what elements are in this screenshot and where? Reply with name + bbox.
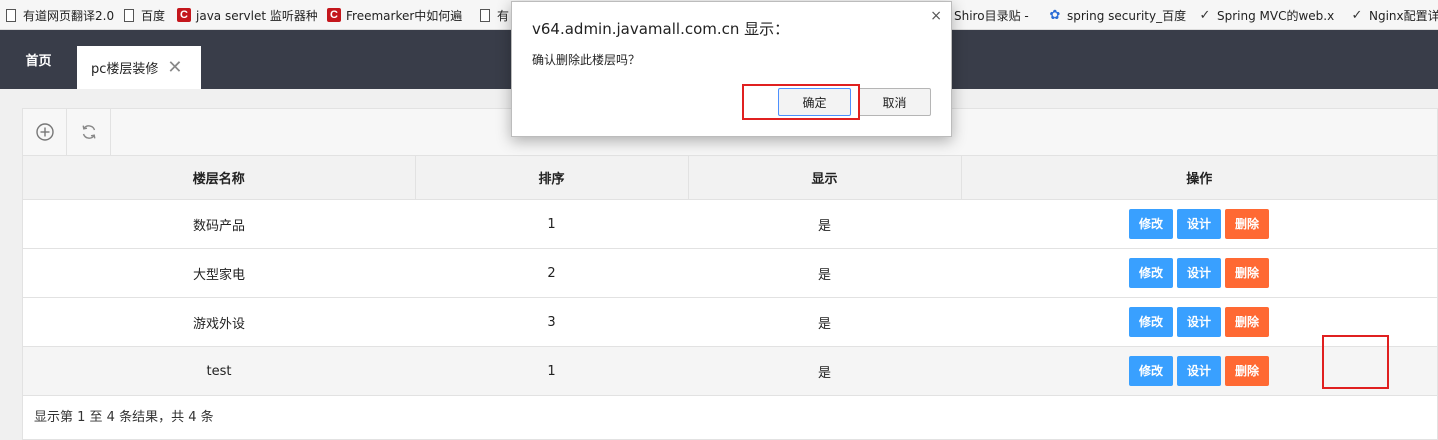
cell-sort: 1	[415, 346, 688, 396]
bookmark-label: Freemarker中如何遍	[346, 8, 463, 23]
plus-circle-icon	[35, 123, 54, 141]
cell-floor-name: 数码产品	[23, 199, 415, 249]
page-icon	[122, 8, 136, 22]
bookmark-shiro[interactable]: Shiro目录贴 -	[954, 0, 1042, 30]
c-icon: C	[327, 8, 341, 22]
bookmark-label: spring security_百度	[1067, 8, 1186, 23]
delete-button[interactable]: 删除	[1225, 209, 1269, 239]
cell-show: 是	[688, 248, 961, 298]
bookmark-truncated[interactable]: 有	[478, 0, 510, 30]
cell-show: 是	[688, 199, 961, 249]
bookmark-label: 有道网页翻译2.0	[23, 8, 114, 23]
bookmark-java-servlet[interactable]: C java servlet 监听器种	[177, 0, 317, 30]
delete-button[interactable]: 删除	[1225, 356, 1269, 386]
tab-label: pc楼层装修	[91, 62, 159, 77]
bookmark-label: Spring MVC的web.x	[1217, 8, 1335, 23]
tab-home[interactable]: 首页	[0, 30, 77, 89]
bookmark-label: Shiro目录贴 -	[954, 8, 1029, 23]
refresh-icon	[82, 125, 95, 139]
bookmark-spring-security[interactable]: ✿ spring security_百度	[1048, 0, 1186, 30]
design-button[interactable]: 设计	[1177, 258, 1221, 288]
confirm-dialog: v64.admin.javamall.com.cn 显示： × 确认删除此楼层吗…	[511, 1, 952, 137]
table-row: test 1 是 修改 设计 删除	[23, 346, 1437, 396]
floor-table: 楼层名称 排序 显示 操作 数码产品 1 是 修改 设计 删除 大型家电 2 是	[23, 156, 1437, 396]
dialog-title: v64.admin.javamall.com.cn 显示：	[532, 20, 790, 38]
edit-button[interactable]: 修改	[1129, 356, 1173, 386]
cell-actions: 修改 设计 删除	[961, 248, 1437, 298]
page-icon	[478, 8, 492, 22]
c-icon: C	[177, 8, 191, 22]
bookmark-label: Nginx配置详	[1369, 8, 1438, 23]
table-row: 游戏外设 3 是 修改 设计 删除	[23, 297, 1437, 347]
header-actions: 操作	[961, 156, 1437, 200]
cell-floor-name: 大型家电	[23, 248, 415, 298]
check-icon: ✓	[1351, 7, 1363, 23]
cell-show: 是	[688, 297, 961, 347]
cancel-button[interactable]: 取消	[858, 88, 931, 116]
paw-icon: ✿	[1049, 7, 1061, 23]
cell-sort: 3	[415, 297, 688, 347]
bookmark-nginx[interactable]: ✓ Nginx配置详	[1350, 0, 1438, 30]
close-icon[interactable]: ✕	[167, 58, 182, 77]
cell-sort: 1	[415, 199, 688, 249]
design-button[interactable]: 设计	[1177, 209, 1221, 239]
header-show: 显示	[688, 156, 962, 200]
cell-sort: 2	[415, 248, 688, 298]
header-floor-name: 楼层名称	[23, 156, 416, 200]
bookmark-label: 有	[497, 8, 510, 23]
bookmark-baidu[interactable]: 百度	[122, 0, 170, 30]
cell-show: 是	[688, 346, 961, 396]
cell-floor-name: test	[23, 346, 415, 396]
bookmark-label: java servlet 监听器种	[196, 8, 317, 23]
cell-actions: 修改 设计 删除	[961, 199, 1437, 249]
dialog-message: 确认删除此楼层吗？	[532, 53, 641, 67]
table-row: 数码产品 1 是 修改 设计 删除	[23, 199, 1437, 249]
design-button[interactable]: 设计	[1177, 356, 1221, 386]
delete-button[interactable]: 删除	[1225, 258, 1269, 288]
header-sort: 排序	[415, 156, 689, 200]
delete-highlight-box	[1322, 335, 1389, 389]
bookmark-label: 百度	[141, 8, 166, 23]
pagination-info: 显示第 1 至 4 条结果，共 4 条	[34, 410, 214, 425]
bookmark-youdao[interactable]: 有道网页翻译2.0	[4, 0, 114, 30]
delete-button[interactable]: 删除	[1225, 307, 1269, 337]
edit-button[interactable]: 修改	[1129, 209, 1173, 239]
tab-pc-floor-decoration[interactable]: pc楼层装修 ✕	[77, 46, 201, 89]
table-row: 大型家电 2 是 修改 设计 删除	[23, 248, 1437, 298]
design-button[interactable]: 设计	[1177, 307, 1221, 337]
edit-button[interactable]: 修改	[1129, 258, 1173, 288]
confirm-highlight-box	[742, 84, 860, 120]
edit-button[interactable]: 修改	[1129, 307, 1173, 337]
add-button[interactable]	[23, 109, 67, 155]
check-icon: ✓	[1199, 7, 1211, 23]
content-panel: 楼层名称 排序 显示 操作 数码产品 1 是 修改 设计 删除 大型家电 2 是	[22, 108, 1438, 440]
bookmark-freemarker[interactable]: C Freemarker中如何遍	[327, 0, 467, 30]
page-icon	[4, 8, 18, 22]
refresh-button[interactable]	[67, 109, 111, 155]
close-icon[interactable]: ×	[930, 8, 942, 24]
table-header-row: 楼层名称 排序 显示 操作	[23, 156, 1437, 200]
cell-floor-name: 游戏外设	[23, 297, 415, 347]
bookmark-spring-mvc[interactable]: ✓ Spring MVC的web.x	[1198, 0, 1338, 30]
